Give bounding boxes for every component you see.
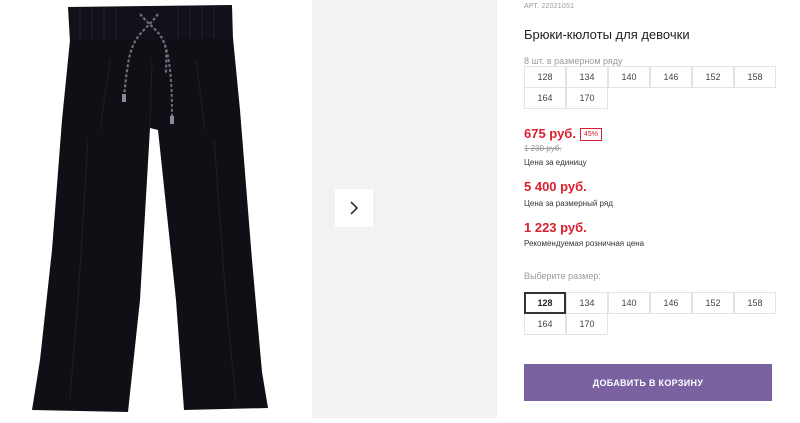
retail-price: 1 223 руб. — [524, 220, 587, 235]
size-row-cell: 164 — [524, 87, 566, 109]
product-gallery — [0, 0, 497, 418]
unit-price: 675 руб. — [524, 126, 576, 141]
size-option-128[interactable]: 128 — [524, 292, 566, 314]
product-image[interactable] — [0, 0, 312, 418]
size-option-152[interactable]: 152 — [692, 292, 734, 314]
size-option-158[interactable]: 158 — [734, 292, 776, 314]
unit-price-caption: Цена за единицу — [524, 158, 587, 167]
size-option-146[interactable]: 146 — [650, 292, 692, 314]
row-price-caption: Цена за размерный ряд — [524, 199, 613, 208]
size-row-cell: 146 — [650, 66, 692, 88]
retail-price-caption: Рекомендуемая розничная цена — [524, 239, 645, 248]
old-price: 1 230 руб. — [524, 144, 562, 153]
size-option-170[interactable]: 170 — [566, 313, 608, 335]
size-option-134[interactable]: 134 — [566, 292, 608, 314]
pants-illustration — [32, 5, 268, 412]
size-row-hint: 8 шт. в размерном ряду — [524, 56, 623, 66]
unit-price-line: 675 руб. 45% — [524, 125, 602, 143]
sku-label: АРТ. 22021051 — [524, 3, 575, 10]
size-row-cell: 152 — [692, 66, 734, 88]
next-image-button[interactable] — [335, 189, 373, 227]
size-row-grid: 128 134 140 146 152 158 164 170 — [524, 66, 776, 109]
product-title: Брюки-кюлоты для девочки — [524, 27, 690, 42]
size-row-cell: 170 — [566, 87, 608, 109]
size-row-cell: 140 — [608, 66, 650, 88]
size-row-cell: 128 — [524, 66, 566, 88]
size-option-164[interactable]: 164 — [524, 313, 566, 335]
size-row-cell: 158 — [734, 66, 776, 88]
discount-badge: 45% — [579, 128, 602, 141]
size-row-cell: 134 — [566, 66, 608, 88]
size-select-grid: 128 134 140 146 152 158 164 170 — [524, 292, 776, 335]
size-select-label: Выберите размер: — [524, 271, 601, 281]
add-to-cart-button[interactable]: ДОБАВИТЬ В КОРЗИНУ — [524, 364, 772, 401]
row-price: 5 400 руб. — [524, 179, 587, 194]
chevron-right-icon — [350, 201, 359, 215]
size-option-140[interactable]: 140 — [608, 292, 650, 314]
